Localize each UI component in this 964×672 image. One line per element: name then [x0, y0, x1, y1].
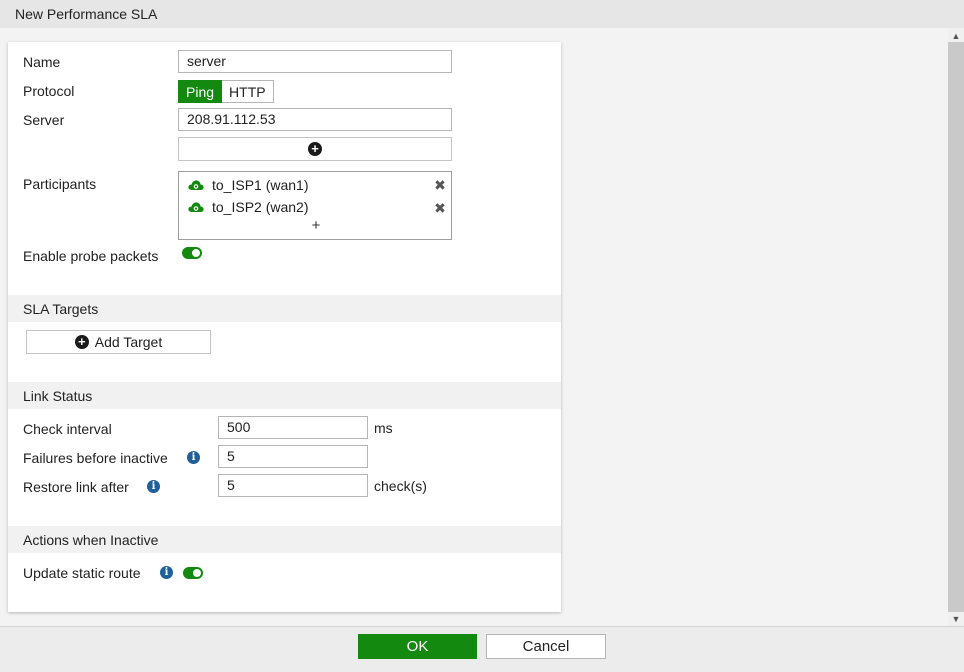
add-target-label: Add Target	[94, 334, 163, 350]
link-status-heading: Link Status	[23, 388, 93, 404]
check-interval-label: Check interval	[23, 421, 112, 437]
check-interval-input[interactable]: 500	[218, 416, 368, 439]
vertical-scrollbar[interactable]: ▲ ▼	[948, 28, 964, 626]
restore-info-icon[interactable]: i	[147, 480, 160, 493]
scroll-down-icon[interactable]: ▼	[951, 614, 961, 624]
probe-label: Enable probe packets	[23, 248, 159, 264]
dialog-footer: OK Cancel	[0, 626, 964, 672]
static-route-toggle-switch[interactable]	[183, 567, 203, 579]
remove-participant-close-icon[interactable]: ✖	[433, 178, 447, 192]
sla-form-panel: Name server Protocol Ping HTTP Server 20…	[8, 42, 561, 612]
participants-list: to_ISP1 (wan1) ✖ to_ISP2 (wan2) ✖ +	[178, 171, 452, 240]
title-bar: New Performance SLA	[0, 0, 964, 28]
restore-unit: check(s)	[374, 478, 427, 494]
failures-label: Failures before inactive	[23, 450, 168, 466]
sla-targets-section-header: SLA Targets	[8, 295, 561, 322]
failures-input[interactable]: 5	[218, 445, 368, 468]
participant-name: to_ISP2 (wan2)	[212, 199, 309, 215]
name-label: Name	[23, 54, 61, 70]
participant-item: to_ISP2 (wan2)	[188, 198, 309, 216]
server-label: Server	[23, 112, 65, 128]
protocol-toggle-group: Ping HTTP	[178, 80, 274, 103]
participant-name: to_ISP1 (wan1)	[212, 177, 309, 193]
sla-targets-heading: SLA Targets	[23, 301, 99, 317]
add-target-button[interactable]: + Add Target	[26, 330, 211, 354]
restore-input[interactable]: 5	[218, 474, 368, 497]
probe-toggle-switch[interactable]	[182, 247, 202, 259]
plus-circle-icon: +	[74, 335, 89, 349]
actions-section-header: Actions when Inactive	[8, 526, 561, 553]
scroll-up-icon[interactable]: ▲	[951, 31, 961, 41]
failures-info-icon[interactable]: i	[187, 451, 200, 464]
static-route-info-icon[interactable]: i	[160, 566, 173, 579]
name-input[interactable]: server	[178, 50, 452, 73]
server-input[interactable]: 208.91.112.53	[178, 108, 452, 131]
protocol-ping-button[interactable]: Ping	[178, 80, 223, 103]
scrollbar-thumb[interactable]	[948, 42, 964, 612]
remove-participant-close-icon[interactable]: ✖	[433, 201, 447, 215]
add-server-button[interactable]: +	[178, 137, 452, 161]
restore-label: Restore link after	[23, 479, 129, 495]
participants-label: Participants	[23, 176, 97, 192]
protocol-http-button[interactable]: HTTP	[222, 80, 274, 103]
cancel-button[interactable]: Cancel	[486, 634, 606, 659]
add-participant-plus-icon[interactable]: +	[309, 218, 323, 233]
plus-circle-icon: +	[308, 142, 322, 156]
static-route-label: Update static route	[23, 565, 141, 581]
dialog-title: New Performance SLA	[15, 6, 158, 22]
check-interval-unit: ms	[374, 420, 393, 436]
link-status-section-header: Link Status	[8, 382, 561, 409]
protocol-label: Protocol	[23, 83, 75, 99]
ok-button[interactable]: OK	[358, 634, 477, 659]
actions-heading: Actions when Inactive	[23, 532, 159, 548]
cloud-icon	[188, 202, 204, 212]
cloud-icon	[188, 180, 204, 190]
participant-item: to_ISP1 (wan1)	[188, 176, 309, 194]
